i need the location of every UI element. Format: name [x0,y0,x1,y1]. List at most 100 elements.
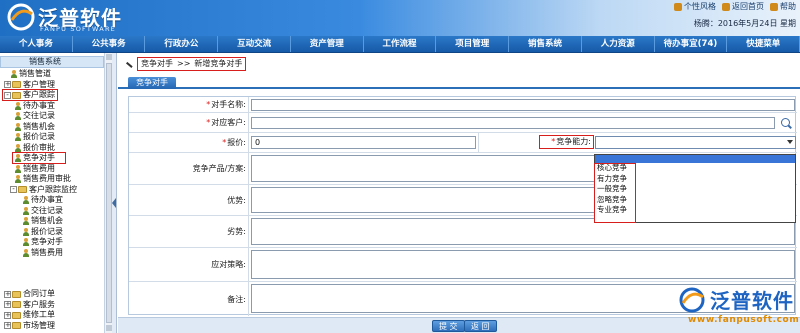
user-date-line: 杨腾：2016年5月24日 星期 [693,19,796,28]
tree-item-monitor-contacts[interactable]: 交往记录 [22,206,63,217]
nav-item-personal[interactable]: 个人事务 [0,36,73,52]
weakness-label: 劣势: [129,216,249,247]
top-link-help[interactable]: 帮助 [770,1,796,12]
nav-item-office[interactable]: 行政办公 [145,36,219,52]
ability-select[interactable] [595,136,796,149]
expand-icon[interactable]: + [4,322,11,330]
folder-icon [12,301,21,309]
nav-item-workflow[interactable]: 工作流程 [364,36,437,52]
fanpu-watermark-logo-icon [679,287,705,313]
folder-icon [12,311,21,319]
nav-item-interaction[interactable]: 互动交流 [218,36,291,52]
expand-icon[interactable]: + [4,290,11,298]
price-input[interactable]: 0 [251,136,476,149]
sidebar-title: 销售系统 [0,56,104,68]
nav-item-hr[interactable]: 人力资源 [582,36,655,52]
customer-input[interactable] [251,117,775,129]
tree-item-marketing[interactable]: + 市场管理 [4,321,55,332]
strategy-textarea[interactable] [251,250,795,279]
expand-icon[interactable]: + [4,311,11,319]
person-icon [10,70,17,79]
cell-divider [478,133,479,153]
nav-item-todo[interactable]: 待办事宜(74) [655,36,728,52]
nav-item-shortcuts[interactable]: 快捷菜单 [727,36,800,52]
fanpu-logo-icon [7,3,35,31]
tree-item-todo[interactable]: 待办事宜 [14,101,55,112]
person-icon [22,227,29,236]
pin-icon [124,60,133,69]
person-icon [22,206,29,215]
expand-icon[interactable]: + [4,81,11,89]
breadcrumb-box: 竞争对手 >> 新增竞争对手 [137,57,247,71]
tab-bar: 竞争对手 [118,75,800,89]
tree-item-service[interactable]: + 客户服务 [4,300,55,311]
sidebar-scrollbar[interactable] [104,53,112,333]
sidebar: 销售系统 销售管道 + 客户管理 - 客户跟踪 待办事宜 交往记录 销售机会 报价记… [0,53,112,333]
person-icon [14,133,21,142]
help-icon [770,2,778,11]
collapse-icon[interactable]: - [10,186,17,194]
watermark-url: www.fanpusoft.com [688,315,800,325]
tree-item-opportunities[interactable]: 销售机会 [14,122,55,133]
tree-item-monitor-competitors[interactable]: 竞争对手 [22,237,63,248]
tree-item-monitor-quotes[interactable]: 报价记录 [22,227,63,238]
sidebar-splitter[interactable] [112,53,117,333]
home-icon [722,2,730,11]
person-icon [14,112,21,121]
nav-item-public[interactable]: 公共事务 [73,36,146,52]
tree-item-expense-approval[interactable]: 销售费用审批 [14,174,71,185]
person-icon [14,122,21,131]
strength-label: 优势: [129,185,249,215]
nav-item-projects[interactable]: 项目管理 [436,36,510,52]
watermark: 泛普软件 www.fanpusoft.com [560,285,800,333]
row-price-ability: * 报价: 0 *竞争能力: [129,133,797,153]
folder-icon [12,322,21,330]
folder-icon [12,290,21,298]
top-link-home[interactable]: 返回首页 [722,1,764,12]
nav-item-sales[interactable]: 销售系统 [509,36,582,52]
customer-label: * 对应客户: [129,113,249,132]
style-icon [674,2,682,11]
back-button[interactable]: 返 回 [464,320,497,332]
dropdown-empty-option[interactable] [595,155,795,163]
note-label: 备注: [129,282,249,316]
strategy-label: 应对策略: [129,248,249,281]
tree-item-quotes[interactable]: 报价记录 [14,132,55,143]
highlight-customer-tracking [2,89,58,101]
top-links: 个性风格 返回首页 帮助 [674,1,796,12]
submit-button[interactable]: 提 交 [432,320,465,332]
person-icon [22,217,29,226]
search-icon[interactable] [781,118,790,127]
tree-item-monitor-todo[interactable]: 待办事宜 [22,195,63,206]
tab-competitors[interactable]: 竞争对手 [128,77,176,89]
person-icon [14,143,21,152]
tree-item-contracts[interactable]: + 合同订单 [4,289,55,300]
person-icon [22,196,29,205]
tree-item-sales-pipeline[interactable]: 销售管道 [10,69,51,80]
product-label: 竞争产品/方案: [129,153,249,184]
person-icon [14,164,21,173]
person-icon [14,101,21,110]
nav-item-assets[interactable]: 资产管理 [291,36,364,52]
collapse-arrow-icon[interactable] [112,198,116,208]
price-label: * 报价: [129,133,249,152]
ability-label: *竞争能力: [539,135,594,149]
top-link-style[interactable]: 个性风格 [674,1,716,12]
tree-item-monitor-expense[interactable]: 销售费用 [22,248,63,259]
expand-icon[interactable]: + [4,301,11,309]
app-header: 泛普软件 FANPU SOFTWARE 个性风格 返回首页 帮助 杨腾：2016… [0,0,800,36]
name-input[interactable] [251,99,795,111]
person-icon [22,238,29,247]
breadcrumb-competitors[interactable]: 竞争对手 [141,58,173,70]
brand-name-en: FANPU SOFTWARE [40,25,116,33]
chevron-down-icon[interactable] [787,140,793,144]
tree-item-contacts[interactable]: 交往记录 [14,111,55,122]
tree-item-repair[interactable]: + 维修工单 [4,310,55,321]
tree-item-tracking-monitor[interactable]: - 客户跟踪监控 [10,185,77,196]
tree-item-monitor-opportunities[interactable]: 销售机会 [22,216,63,227]
name-label: * 对手名称: [129,97,249,112]
highlight-competitors [12,152,66,164]
main-nav: 个人事务 公共事务 行政办公 互动交流 资产管理 工作流程 项目管理 销售系统 … [0,36,800,53]
breadcrumb: 竞争对手 >> 新增竞争对手 [124,57,247,71]
tree-item-sales-expense[interactable]: 销售费用 [14,164,55,175]
